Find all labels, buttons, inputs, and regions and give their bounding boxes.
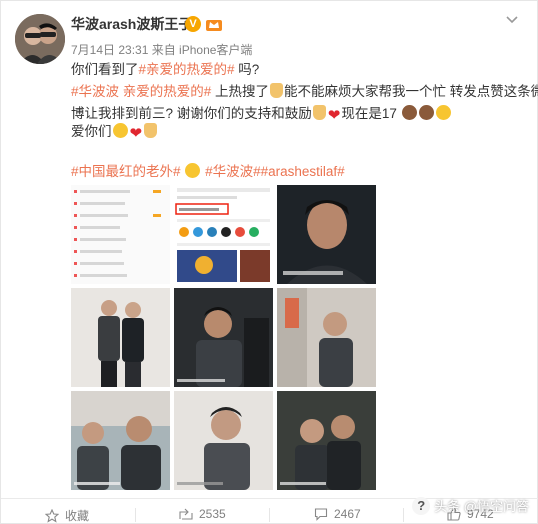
share-button[interactable]: 2535 bbox=[179, 507, 226, 521]
text-fragment: 现在是17 bbox=[341, 106, 397, 121]
heart-emoji-icon: ❤ bbox=[129, 125, 143, 142]
text-fragment: 你们看到了 bbox=[71, 62, 139, 77]
favorite-button[interactable]: 收藏 bbox=[45, 507, 89, 524]
comment-icon bbox=[314, 508, 328, 521]
member-crown-icon bbox=[206, 20, 222, 31]
post-text-line-3: 博让我排到前三? 谢谢你们的支持和鼓励 ❤现在是17 bbox=[71, 104, 452, 124]
question-icon: ? bbox=[412, 496, 431, 515]
monkey-emoji-icon bbox=[418, 105, 434, 120]
watermark-text: 头条 @悟空问答 bbox=[434, 499, 529, 514]
favorite-label: 收藏 bbox=[65, 509, 90, 523]
photo-thumbnail-6[interactable] bbox=[277, 288, 376, 387]
weibo-post-card: 华波arash波斯王子 V 7月14日 23:31 来自 iPhone客户端 你… bbox=[0, 0, 538, 524]
watermark: ? 头条 @悟空问答 bbox=[412, 496, 529, 515]
text-fragment: 上热搜了 bbox=[211, 84, 270, 99]
separator bbox=[135, 508, 136, 522]
separator bbox=[269, 508, 270, 522]
hashtag-link[interactable]: #华波波 亲爱的热爱的# bbox=[71, 84, 211, 99]
verified-icon: V bbox=[185, 16, 201, 32]
hashtag-link[interactable]: #亲爱的热爱的# bbox=[139, 62, 235, 77]
pray-emoji-icon bbox=[270, 83, 284, 98]
hashtag-link[interactable]: #中国最红的老外# bbox=[71, 164, 181, 179]
photo-thumbnail-2[interactable] bbox=[174, 185, 273, 284]
post-meta: 7月14日 23:31 来自 iPhone客户端 bbox=[71, 43, 253, 57]
post-text-line-1: 你们看到了#亲爱的热爱的# 吗? bbox=[71, 60, 259, 80]
pray-emoji-icon bbox=[144, 123, 158, 138]
text-fragment: 爱你们 bbox=[71, 124, 112, 139]
text-fragment: 博让我排到前三? 谢谢你们的支持和鼓励 bbox=[71, 106, 312, 121]
author-avatar[interactable] bbox=[15, 14, 65, 64]
photo-thumbnail-8[interactable] bbox=[174, 391, 273, 490]
text-fragment: 吗? bbox=[234, 62, 260, 77]
share-icon bbox=[179, 508, 193, 520]
smile-emoji-icon bbox=[112, 123, 128, 138]
photo-thumbnail-4[interactable] bbox=[71, 288, 170, 387]
monkey-emoji-icon bbox=[401, 105, 417, 120]
comment-count: 2467 bbox=[334, 507, 361, 521]
photo-thumbnail-1[interactable] bbox=[71, 185, 170, 284]
photo-thumbnail-3[interactable] bbox=[277, 185, 376, 284]
post-hashtags: #中国最红的老外# #华波波##arashestilaf# bbox=[71, 162, 345, 182]
author-name[interactable]: 华波arash波斯王子 bbox=[71, 14, 192, 34]
comment-button[interactable]: 2467 bbox=[314, 507, 361, 521]
post-text-line-4: 爱你们 ❤ bbox=[71, 122, 158, 142]
photo-thumbnail-7[interactable] bbox=[71, 391, 170, 490]
pray-emoji-icon bbox=[312, 105, 326, 120]
smile-emoji-icon bbox=[185, 163, 201, 178]
photo-thumbnail-5[interactable] bbox=[174, 288, 273, 387]
photo-thumbnail-9[interactable] bbox=[277, 391, 376, 490]
post-text-line-2: #华波波 亲爱的热爱的# 上热搜了 能不能麻烦大家帮我一个忙 转发点赞这条微 bbox=[71, 82, 538, 102]
separator bbox=[403, 508, 404, 522]
star-icon bbox=[45, 508, 59, 523]
share-count: 2535 bbox=[199, 507, 226, 521]
text-fragment: 能不能麻烦大家帮我一个忙 转发点赞这条微 bbox=[284, 84, 538, 99]
chevron-down-icon[interactable] bbox=[505, 15, 519, 25]
heart-emoji-icon: ❤ bbox=[327, 107, 341, 124]
smile-emoji-icon bbox=[435, 105, 451, 120]
hashtag-link[interactable]: #华波波##arashestilaf# bbox=[205, 164, 345, 179]
